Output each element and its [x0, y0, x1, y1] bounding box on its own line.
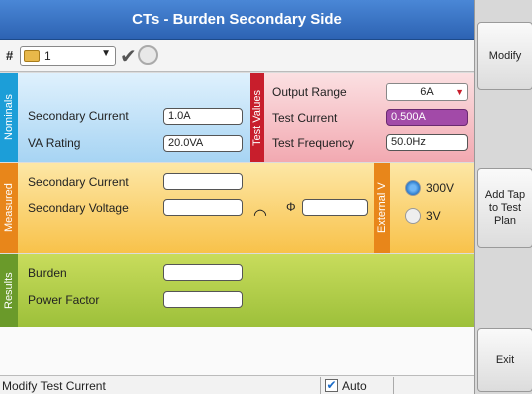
exit-button[interactable]: Exit	[477, 328, 532, 392]
results-section: Results Burden Power Factor	[0, 254, 474, 327]
gauge-icon: ◠	[253, 207, 267, 224]
test-values-tab: Test Values	[250, 73, 264, 162]
external-v-tab: External V	[374, 163, 390, 253]
test-current-label: Test Current	[272, 111, 338, 125]
chevron-down-icon: ▼	[455, 87, 464, 97]
nominals-tab: Nominals	[0, 73, 18, 162]
right-button-panel: Modify Add Tap to Test Plan Exit	[474, 0, 532, 394]
test-current-field[interactable]: 0.500A	[386, 109, 468, 126]
va-rating-field[interactable]: 20.0VA	[163, 135, 243, 152]
measured-secondary-voltage-field[interactable]	[163, 199, 243, 216]
va-rating-label: VA Rating	[28, 136, 81, 150]
test-frequency-field[interactable]: 50.0Hz	[386, 134, 468, 151]
status-bar: Modify Test Current ✔ Auto	[0, 375, 474, 394]
power-factor-field[interactable]	[163, 291, 243, 308]
phi-field[interactable]	[302, 199, 368, 216]
radio-300v-label: 300V	[426, 181, 455, 195]
nominals-secondary-current-label: Secondary Current	[28, 109, 129, 123]
results-tab: Results	[0, 254, 18, 327]
output-range-value: 6A	[420, 86, 434, 98]
power-factor-label: Power Factor	[28, 293, 100, 307]
measured-secondary-current-field[interactable]	[163, 173, 243, 190]
add-tap-to-test-plan-button[interactable]: Add Tap to Test Plan	[477, 168, 532, 248]
nominals-section: Nominals Secondary Current 1.0A VA Ratin…	[0, 73, 474, 162]
radio-300v[interactable]	[405, 180, 421, 196]
checkmark-icon: ✔	[325, 378, 338, 392]
modify-button[interactable]: Modify	[477, 22, 532, 90]
chevron-down-icon: ▼	[101, 48, 111, 59]
burden-field[interactable]	[163, 264, 243, 281]
output-range-dropdown[interactable]: 6A ▼	[386, 83, 468, 101]
radio-3v[interactable]	[405, 208, 421, 224]
auto-checkbox[interactable]: ✔ Auto	[320, 377, 394, 394]
measured-secondary-voltage-label: Secondary Voltage	[28, 201, 129, 215]
nominals-secondary-current-field[interactable]: 1.0A	[163, 108, 243, 125]
test-frequency-label: Test Frequency	[272, 136, 355, 150]
empty-area	[0, 327, 474, 375]
refresh-icon[interactable]	[138, 45, 158, 65]
checkmark-icon[interactable]: ✔	[120, 44, 137, 69]
measured-secondary-current-label: Secondary Current	[28, 175, 129, 189]
output-range-label: Output Range	[272, 85, 347, 99]
tap-selector-dropdown[interactable]: 1 ▼	[20, 46, 116, 66]
measured-tab: Measured	[0, 163, 18, 253]
tap-number-label: #	[6, 48, 14, 63]
phi-label: Φ	[286, 200, 296, 214]
auto-label: Auto	[342, 378, 367, 393]
status-message: Modify Test Current	[2, 379, 106, 393]
toolbar: # 1 ▼ ✔	[0, 40, 474, 72]
burden-label: Burden	[28, 266, 67, 280]
radio-3v-label: 3V	[426, 209, 441, 223]
window-title: CTs - Burden Secondary Side	[0, 0, 474, 40]
tap-selector-value: 1	[44, 49, 51, 63]
measured-section: Measured Secondary Current Secondary Vol…	[0, 163, 474, 253]
folder-icon	[24, 50, 40, 62]
